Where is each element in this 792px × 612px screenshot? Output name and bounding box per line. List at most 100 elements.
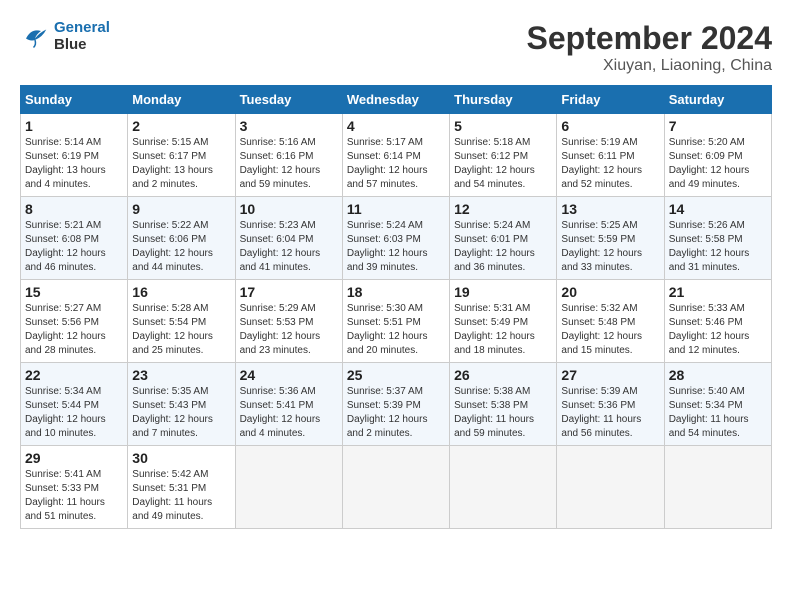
day-number: 11 (347, 201, 445, 217)
calendar-cell: 20 Sunrise: 5:32 AMSunset: 5:48 PMDaylig… (557, 280, 664, 363)
calendar-cell: 2 Sunrise: 5:15 AMSunset: 6:17 PMDayligh… (128, 114, 235, 197)
header-saturday: Saturday (664, 86, 771, 114)
calendar-cell: 29 Sunrise: 5:41 AMSunset: 5:33 PMDaylig… (21, 446, 128, 529)
day-number: 29 (25, 450, 123, 466)
day-number: 10 (240, 201, 338, 217)
day-detail: Sunrise: 5:24 AMSunset: 6:01 PMDaylight:… (454, 219, 552, 275)
day-number: 22 (25, 367, 123, 383)
day-detail: Sunrise: 5:21 AMSunset: 6:08 PMDaylight:… (25, 219, 123, 275)
day-detail: Sunrise: 5:33 AMSunset: 5:46 PMDaylight:… (669, 302, 767, 358)
day-detail: Sunrise: 5:36 AMSunset: 5:41 PMDaylight:… (240, 385, 338, 441)
day-number: 4 (347, 118, 445, 134)
calendar-cell: 4 Sunrise: 5:17 AMSunset: 6:14 PMDayligh… (342, 114, 449, 197)
calendar-cell: 13 Sunrise: 5:25 AMSunset: 5:59 PMDaylig… (557, 197, 664, 280)
day-detail: Sunrise: 5:18 AMSunset: 6:12 PMDaylight:… (454, 136, 552, 192)
page-header: General Blue September 2024 Xiuyan, Liao… (20, 20, 772, 75)
calendar-cell: 15 Sunrise: 5:27 AMSunset: 5:56 PMDaylig… (21, 280, 128, 363)
header-friday: Friday (557, 86, 664, 114)
day-number: 14 (669, 201, 767, 217)
calendar-cell: 6 Sunrise: 5:19 AMSunset: 6:11 PMDayligh… (557, 114, 664, 197)
day-number: 9 (132, 201, 230, 217)
calendar-cell (450, 446, 557, 529)
calendar-cell: 14 Sunrise: 5:26 AMSunset: 5:58 PMDaylig… (664, 197, 771, 280)
calendar-cell (235, 446, 342, 529)
logo-text: General Blue (54, 20, 110, 53)
calendar-week-2: 8 Sunrise: 5:21 AMSunset: 6:08 PMDayligh… (21, 197, 772, 280)
day-number: 20 (561, 284, 659, 300)
day-number: 27 (561, 367, 659, 383)
day-number: 30 (132, 450, 230, 466)
day-detail: Sunrise: 5:32 AMSunset: 5:48 PMDaylight:… (561, 302, 659, 358)
calendar-cell: 23 Sunrise: 5:35 AMSunset: 5:43 PMDaylig… (128, 363, 235, 446)
day-number: 19 (454, 284, 552, 300)
calendar-cell: 30 Sunrise: 5:42 AMSunset: 5:31 PMDaylig… (128, 446, 235, 529)
calendar-cell: 25 Sunrise: 5:37 AMSunset: 5:39 PMDaylig… (342, 363, 449, 446)
day-detail: Sunrise: 5:23 AMSunset: 6:04 PMDaylight:… (240, 219, 338, 275)
calendar-cell: 18 Sunrise: 5:30 AMSunset: 5:51 PMDaylig… (342, 280, 449, 363)
day-detail: Sunrise: 5:15 AMSunset: 6:17 PMDaylight:… (132, 136, 230, 192)
calendar-cell: 12 Sunrise: 5:24 AMSunset: 6:01 PMDaylig… (450, 197, 557, 280)
day-number: 24 (240, 367, 338, 383)
day-number: 2 (132, 118, 230, 134)
header-tuesday: Tuesday (235, 86, 342, 114)
calendar-cell: 9 Sunrise: 5:22 AMSunset: 6:06 PMDayligh… (128, 197, 235, 280)
day-detail: Sunrise: 5:22 AMSunset: 6:06 PMDaylight:… (132, 219, 230, 275)
day-number: 21 (669, 284, 767, 300)
day-detail: Sunrise: 5:24 AMSunset: 6:03 PMDaylight:… (347, 219, 445, 275)
calendar-cell: 19 Sunrise: 5:31 AMSunset: 5:49 PMDaylig… (450, 280, 557, 363)
logo-icon (20, 22, 50, 52)
logo: General Blue (20, 20, 110, 53)
day-detail: Sunrise: 5:42 AMSunset: 5:31 PMDaylight:… (132, 468, 230, 524)
day-detail: Sunrise: 5:41 AMSunset: 5:33 PMDaylight:… (25, 468, 123, 524)
header-monday: Monday (128, 86, 235, 114)
day-detail: Sunrise: 5:38 AMSunset: 5:38 PMDaylight:… (454, 385, 552, 441)
calendar-cell: 10 Sunrise: 5:23 AMSunset: 6:04 PMDaylig… (235, 197, 342, 280)
calendar-cell (664, 446, 771, 529)
day-number: 3 (240, 118, 338, 134)
calendar-cell: 28 Sunrise: 5:40 AMSunset: 5:34 PMDaylig… (664, 363, 771, 446)
page-title: September 2024 (527, 20, 772, 57)
calendar-cell (557, 446, 664, 529)
calendar-cell: 24 Sunrise: 5:36 AMSunset: 5:41 PMDaylig… (235, 363, 342, 446)
day-number: 7 (669, 118, 767, 134)
day-detail: Sunrise: 5:25 AMSunset: 5:59 PMDaylight:… (561, 219, 659, 275)
calendar-cell (342, 446, 449, 529)
day-detail: Sunrise: 5:16 AMSunset: 6:16 PMDaylight:… (240, 136, 338, 192)
header-wednesday: Wednesday (342, 86, 449, 114)
day-detail: Sunrise: 5:37 AMSunset: 5:39 PMDaylight:… (347, 385, 445, 441)
day-number: 6 (561, 118, 659, 134)
header-thursday: Thursday (450, 86, 557, 114)
calendar-week-5: 29 Sunrise: 5:41 AMSunset: 5:33 PMDaylig… (21, 446, 772, 529)
calendar-header-row: SundayMondayTuesdayWednesdayThursdayFrid… (21, 86, 772, 114)
day-number: 23 (132, 367, 230, 383)
day-detail: Sunrise: 5:19 AMSunset: 6:11 PMDaylight:… (561, 136, 659, 192)
day-number: 12 (454, 201, 552, 217)
page-subtitle: Xiuyan, Liaoning, China (527, 57, 772, 75)
calendar-cell: 11 Sunrise: 5:24 AMSunset: 6:03 PMDaylig… (342, 197, 449, 280)
calendar-cell: 3 Sunrise: 5:16 AMSunset: 6:16 PMDayligh… (235, 114, 342, 197)
day-number: 1 (25, 118, 123, 134)
day-detail: Sunrise: 5:40 AMSunset: 5:34 PMDaylight:… (669, 385, 767, 441)
calendar-table: SundayMondayTuesdayWednesdayThursdayFrid… (20, 85, 772, 529)
calendar-cell: 17 Sunrise: 5:29 AMSunset: 5:53 PMDaylig… (235, 280, 342, 363)
calendar-cell: 7 Sunrise: 5:20 AMSunset: 6:09 PMDayligh… (664, 114, 771, 197)
day-detail: Sunrise: 5:39 AMSunset: 5:36 PMDaylight:… (561, 385, 659, 441)
calendar-cell: 21 Sunrise: 5:33 AMSunset: 5:46 PMDaylig… (664, 280, 771, 363)
day-detail: Sunrise: 5:20 AMSunset: 6:09 PMDaylight:… (669, 136, 767, 192)
header-sunday: Sunday (21, 86, 128, 114)
calendar-cell: 1 Sunrise: 5:14 AMSunset: 6:19 PMDayligh… (21, 114, 128, 197)
day-number: 16 (132, 284, 230, 300)
day-number: 15 (25, 284, 123, 300)
day-number: 28 (669, 367, 767, 383)
day-detail: Sunrise: 5:17 AMSunset: 6:14 PMDaylight:… (347, 136, 445, 192)
calendar-cell: 26 Sunrise: 5:38 AMSunset: 5:38 PMDaylig… (450, 363, 557, 446)
day-detail: Sunrise: 5:35 AMSunset: 5:43 PMDaylight:… (132, 385, 230, 441)
day-detail: Sunrise: 5:28 AMSunset: 5:54 PMDaylight:… (132, 302, 230, 358)
day-number: 13 (561, 201, 659, 217)
calendar-week-4: 22 Sunrise: 5:34 AMSunset: 5:44 PMDaylig… (21, 363, 772, 446)
day-number: 8 (25, 201, 123, 217)
calendar-cell: 22 Sunrise: 5:34 AMSunset: 5:44 PMDaylig… (21, 363, 128, 446)
day-number: 18 (347, 284, 445, 300)
day-detail: Sunrise: 5:29 AMSunset: 5:53 PMDaylight:… (240, 302, 338, 358)
calendar-cell: 16 Sunrise: 5:28 AMSunset: 5:54 PMDaylig… (128, 280, 235, 363)
